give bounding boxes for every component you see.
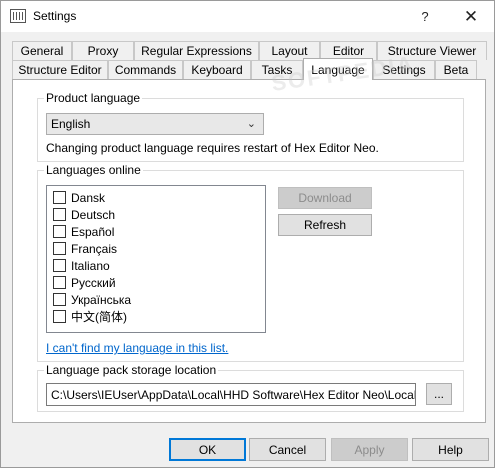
list-item[interactable]: 中文(简体) (53, 308, 127, 325)
list-item-label: Italiano (71, 258, 110, 273)
checkbox[interactable] (53, 242, 66, 255)
list-item-label: Español (71, 224, 115, 239)
checkbox[interactable] (53, 191, 66, 204)
checkbox[interactable] (53, 208, 66, 221)
product-language-group: Product language English ⌄ Changing prod… (37, 91, 464, 162)
title-bar: Settings ? ✕ (1, 1, 494, 32)
checkbox[interactable] (53, 259, 66, 272)
list-item-label: Deutsch (71, 207, 116, 222)
settings-window: Settings ? ✕ General Proxy Regular Expre… (0, 0, 495, 468)
browse-button[interactable]: ... (426, 383, 452, 405)
tab-structure-viewer[interactable]: Structure Viewer (377, 41, 487, 60)
download-button[interactable]: Download (278, 187, 372, 209)
list-item[interactable]: Español (53, 223, 114, 240)
ok-button[interactable]: OK (169, 438, 246, 461)
app-icon (10, 9, 26, 23)
tab-tasks[interactable]: Tasks (251, 60, 303, 79)
product-language-select[interactable]: English ⌄ (46, 113, 264, 135)
tab-settings[interactable]: Settings (373, 60, 435, 79)
languages-online-label: Languages online (44, 163, 143, 177)
refresh-button[interactable]: Refresh (278, 214, 372, 236)
languages-online-group: Languages online Dansk Deutsch Español F… (37, 163, 464, 362)
tab-commands[interactable]: Commands (108, 60, 183, 79)
storage-location-label: Language pack storage location (44, 363, 219, 377)
tab-beta[interactable]: Beta (435, 60, 477, 79)
list-item[interactable]: Dansk (53, 189, 105, 206)
storage-location-group: Language pack storage location C:\Users\… (37, 363, 464, 412)
list-item-label: Українська (71, 292, 132, 307)
list-item-label: 中文(简体) (71, 310, 127, 324)
list-item[interactable]: Українська (53, 291, 131, 308)
tab-general[interactable]: General (12, 41, 72, 60)
cancel-button[interactable]: Cancel (249, 438, 326, 461)
list-item[interactable]: Italiano (53, 257, 110, 274)
tab-structure-editor[interactable]: Structure Editor (12, 60, 108, 79)
product-language-label: Product language (44, 91, 143, 105)
list-item-label: Русский (71, 275, 116, 290)
checkbox[interactable] (53, 225, 66, 238)
selected-language: English (51, 117, 91, 131)
checkbox[interactable] (53, 310, 66, 323)
tab-proxy[interactable]: Proxy (72, 41, 134, 60)
restart-note: Changing product language requires resta… (46, 141, 379, 155)
list-item-label: Français (71, 241, 118, 256)
tab-language[interactable]: Language (303, 58, 373, 80)
list-item-label: Dansk (71, 190, 106, 205)
apply-button[interactable]: Apply (331, 438, 408, 461)
list-item[interactable]: Русский (53, 274, 116, 291)
checkbox[interactable] (53, 276, 66, 289)
window-title: Settings (33, 9, 77, 23)
list-item[interactable]: Français (53, 240, 117, 257)
checkbox[interactable] (53, 293, 66, 306)
list-item[interactable]: Deutsch (53, 206, 115, 223)
close-icon[interactable]: ✕ (448, 1, 494, 32)
cant-find-language-link[interactable]: I can't find my language in this list. (46, 341, 228, 355)
help-button[interactable]: Help (412, 438, 489, 461)
storage-path-input[interactable]: C:\Users\IEUser\AppData\Local\HHD Softwa… (46, 383, 416, 406)
tab-regular-expressions[interactable]: Regular Expressions (134, 41, 259, 60)
languages-list[interactable]: Dansk Deutsch Español Français Italiano … (46, 185, 266, 333)
tab-keyboard[interactable]: Keyboard (183, 60, 251, 79)
help-icon[interactable]: ? (402, 1, 448, 32)
language-tab-panel: Product language English ⌄ Changing prod… (12, 79, 486, 423)
chevron-down-icon: ⌄ (246, 118, 256, 130)
